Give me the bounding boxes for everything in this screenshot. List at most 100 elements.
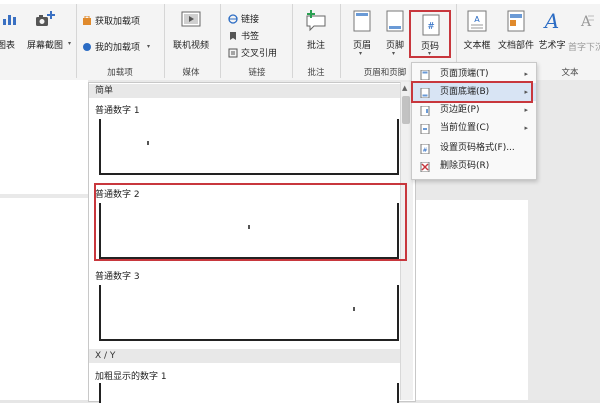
menu-item-page-margins[interactable]: 页边距(P) ▸ [412,101,536,119]
my-addins-dropdown-icon[interactable]: ▾ [147,43,150,50]
my-addins-button[interactable]: 我的加载项 ▾ [82,40,150,53]
header-dropdown-icon: ▾ [359,50,363,57]
group-separator [220,4,221,78]
cross-reference-label: 交叉引用 [241,49,278,59]
document-parts-icon [507,10,525,32]
menu-item-label: 设置页码格式(F)... [440,143,515,153]
gallery-item-label: 普通数字 3 [95,272,140,282]
svg-text:A: A [474,15,480,24]
gallery-category-xy: X / Y [89,349,402,363]
drop-cap-label: 首字下沉 [568,43,600,53]
menu-item-label: 当前位置(C) [440,123,490,133]
drop-cap-button[interactable]: A 首字下沉 [568,8,600,58]
document-page-right[interactable] [414,200,528,400]
group-separator [164,4,165,78]
submenu-arrow-icon: ▸ [524,124,528,132]
cross-reference-icon [228,48,238,58]
header-button[interactable]: 页眉 ▾ [344,8,380,58]
my-addins-label: 我的加载项 [95,43,141,53]
comments-group-label: 批注 [307,68,325,78]
remove-page-numbers-icon [420,161,430,173]
menu-item-label: 页边距(P) [440,105,480,115]
drop-cap-icon: A [576,10,594,32]
new-comment-icon [304,10,328,32]
gallery-item-plain-number-3[interactable] [99,285,399,341]
wordart-icon: A [542,8,562,33]
media-group-label: 媒体 [182,68,200,78]
comment-button[interactable]: 批注 [296,8,336,54]
wordart-label: 艺术字 [538,41,566,51]
comment-label: 批注 [306,41,325,51]
chart-label: 图表 [0,41,15,51]
ribbon-top-edge [0,0,600,4]
addins-group-label: 加载项 [107,68,133,78]
screenshot-label: 屏幕截图 [26,41,63,51]
get-addins-button[interactable]: 获取加载项 [82,14,140,27]
store-icon [82,15,92,26]
svg-text:A: A [543,9,559,32]
wordart-button[interactable]: A 艺术字 [536,8,568,58]
chart-icon [2,12,16,26]
document-parts-button[interactable]: 文档部件 [496,8,536,58]
page-margins-icon [420,105,430,117]
textbox-icon: A [467,10,487,32]
link-button[interactable]: 链接 [228,12,259,25]
gallery-item-plain-number-1[interactable] [99,119,399,175]
get-addins-label: 获取加载项 [95,17,141,27]
textbox-button[interactable]: A 文本框 [460,8,494,58]
submenu-arrow-icon: ▸ [524,106,528,114]
header-footer-group-label: 页眉和页脚 [363,68,407,78]
footer-icon [386,10,404,32]
page-number-menu: 页面顶端(T) ▸ 页面底端(B) ▸ 页边距(P) ▸ 当前位置(C) ▸ #… [411,62,537,180]
group-separator [292,4,293,78]
document-parts-label: 文档部件 [497,41,534,51]
page-number-dropdown-icon: ▾ [428,50,432,57]
page-number-mark [353,307,355,311]
format-page-numbers-icon: # [420,143,430,155]
link-icon [228,13,238,24]
gallery-item-label: 加粗显示的数字 1 [95,372,167,382]
addins-icon [82,42,92,52]
online-video-button[interactable]: 联机视频 [168,8,214,54]
group-separator [76,4,77,78]
gallery-scrollbar-thumb[interactable] [402,96,410,124]
screenshot-button[interactable]: 屏幕截图 [22,8,66,54]
bookmark-label: 书签 [241,32,260,42]
menu-item-label: 页面顶端(T) [440,69,489,79]
group-separator [340,4,341,78]
gallery-item-label: 普通数字 1 [95,106,140,116]
bookmark-icon [228,31,238,41]
menu-item-label: 删除页码(R) [440,161,490,171]
footer-button[interactable]: 页脚 ▾ [380,8,410,58]
menu-item-format-page-numbers[interactable]: # 设置页码格式(F)... [412,139,536,157]
svg-text:#: # [422,147,427,154]
page-number-button[interactable]: # 页码 ▾ [409,10,451,58]
menu-item-remove-page-numbers[interactable]: 删除页码(R) [412,157,536,175]
document-page-left-lower[interactable] [0,198,88,400]
highlight-gallery-item-2 [94,183,407,261]
top-of-page-icon [420,69,430,81]
screenshot-dropdown[interactable]: ▾ [68,40,76,48]
page-number-icon: # [422,14,440,36]
online-video-icon [181,10,201,30]
gallery-category-simple: 简单 [89,84,402,98]
current-position-icon [420,123,430,135]
gallery-item-bold-number-1[interactable] [99,383,399,403]
link-label: 链接 [241,15,260,25]
svg-text:#: # [427,22,435,32]
document-page-left[interactable] [0,80,88,194]
chart-button[interactable]: 图表 [0,8,20,54]
camera-plus-icon [34,10,56,30]
page-number-mark [147,141,149,145]
cross-reference-button[interactable]: 交叉引用 [228,46,277,59]
links-group-label: 链接 [248,68,266,78]
bookmark-button[interactable]: 书签 [228,29,259,42]
text-group-label: 文本 [561,68,579,78]
highlight-menu-bottom-of-page [411,81,533,103]
textbox-label: 文本框 [463,41,491,51]
header-icon [353,10,371,32]
menu-item-current-position[interactable]: 当前位置(C) ▸ [412,119,536,137]
footer-dropdown-icon: ▾ [392,50,396,57]
online-video-label: 联机视频 [172,41,209,51]
scroll-up-arrow-icon[interactable]: ▲ [402,84,407,92]
